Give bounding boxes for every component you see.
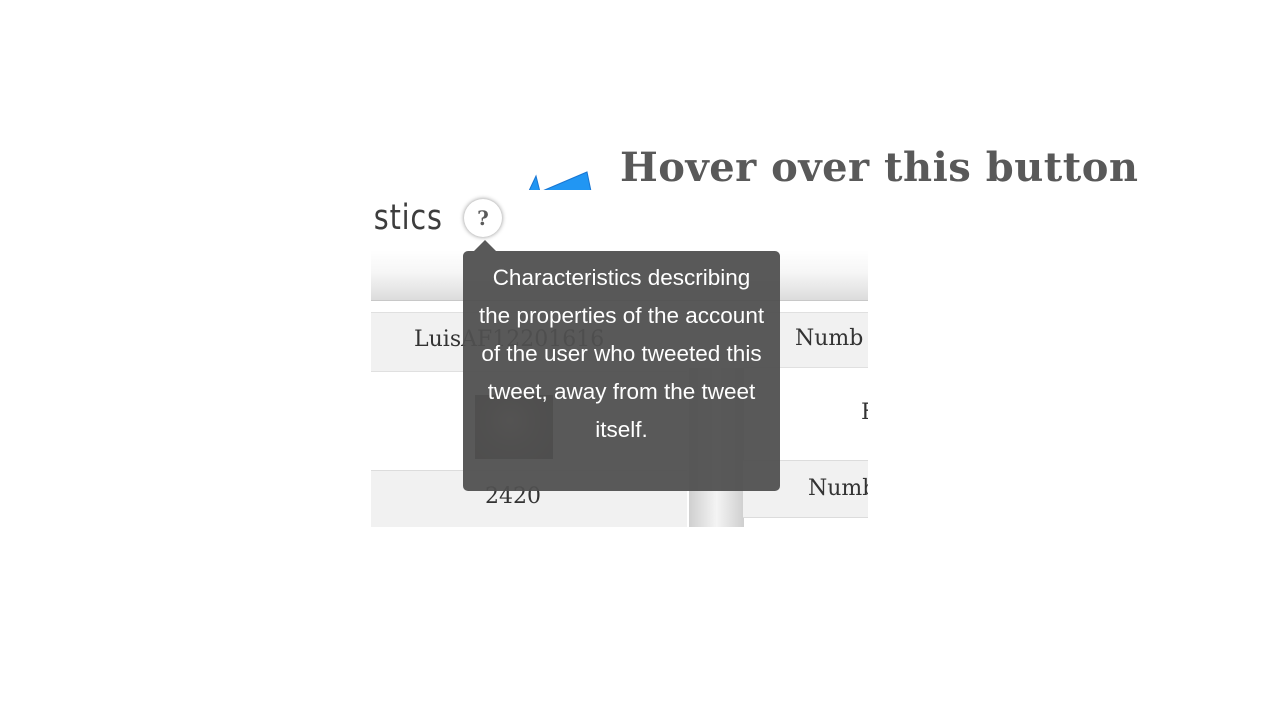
help-button[interactable]: ?: [464, 199, 502, 237]
section-title: istics: [371, 198, 443, 238]
column-label-number-top: Numb: [795, 326, 864, 351]
column-label-fragment: F: [861, 400, 868, 425]
tooltip-caret: [474, 240, 496, 251]
column-label-number-bottom: Numb: [808, 476, 868, 501]
slide-headline: Hover over this button: [620, 144, 1139, 191]
help-tooltip: Characteristics describing the propertie…: [463, 251, 780, 491]
